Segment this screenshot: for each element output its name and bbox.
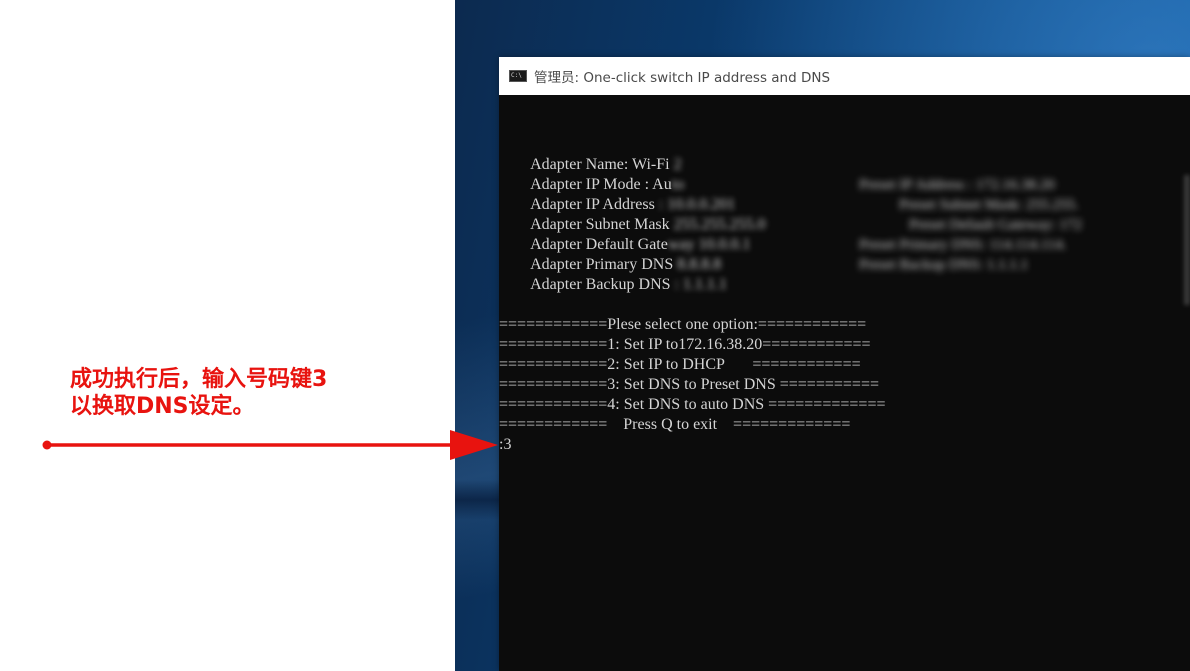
command-prompt-input[interactable]: :3 (499, 435, 511, 455)
menu-header: ============Plese select one option:====… (499, 316, 867, 333)
window-title: 管理员: One-click switch IP address and DNS (534, 70, 831, 86)
adapter-name-line: Adapter Name: Wi-Fi 2 (499, 135, 681, 173)
adapter-primary-dns-line: Adapter Primary DNS 8.8.8.8 (499, 235, 721, 273)
adapter-backup-dns-label: Adapter Backup DNS (530, 276, 671, 293)
preset-ip-address: Preset IP Address : 172.16.38.20 (859, 177, 1055, 193)
adapter-backup-dns-line: Adapter Backup DNS : 1.1.1.1 (499, 255, 727, 293)
annotation-line-1: 成功执行后，输入号码键3 (70, 367, 328, 392)
preset-subnet-mask: Preset Subnet Mask: 255.255. (899, 197, 1079, 213)
console-window[interactable]: C:\ 管理员: One-click switch IP address and… (499, 57, 1190, 671)
adapter-backup-dns-value: : 1.1.1.1 (674, 276, 727, 293)
menu-option-3: ============3: Set DNS to Preset DNS ===… (499, 376, 879, 393)
cmd-icon: C:\ (509, 70, 527, 82)
adapter-gateway-line: Adapter Default Gateway 10.0.0.1 (499, 215, 750, 253)
menu-option-exit: ============ Press Q to exit ===========… (499, 416, 851, 433)
adapter-ip-mode-line: Adapter IP Mode : Auto (499, 155, 684, 193)
preset-primary-dns: Preset Primary DNS: 114.114.114. (859, 237, 1067, 253)
screenshot-stage: C:\ 管理员: One-click switch IP address and… (0, 0, 1190, 671)
adapter-ip-address-line: Adapter IP Address : 10.0.0.201 (499, 175, 735, 213)
adapter-subnet-mask-line: Adapter Subnet Mask 255.255.255.0 (499, 195, 766, 233)
window-titlebar[interactable]: C:\ 管理员: One-click switch IP address and… (499, 57, 1190, 95)
annotation-callout: 成功执行后，输入号码键3 以换取DNS设定。 (70, 366, 450, 420)
console-output[interactable]: Adapter Name: Wi-Fi 2 Adapter IP Mode : … (499, 95, 1190, 671)
arrow-head (450, 430, 498, 460)
annotation-arrow (42, 430, 498, 460)
preset-backup-dns: Preset Backup DNS: 1.1.1.1 (859, 257, 1029, 273)
annotation-line-2: 以换取DNS设定。 (70, 394, 255, 419)
menu-option-2: ============2: Set IP to DHCP ==========… (499, 356, 861, 373)
menu-option-1: ============1: Set IP to172.16.38.20====… (499, 336, 871, 353)
preset-default-gateway: Preset Default Gateway: 172 (909, 217, 1082, 233)
blurred-edge (1184, 175, 1190, 305)
menu-option-4: ============4: Set DNS to auto DNS =====… (499, 396, 886, 413)
